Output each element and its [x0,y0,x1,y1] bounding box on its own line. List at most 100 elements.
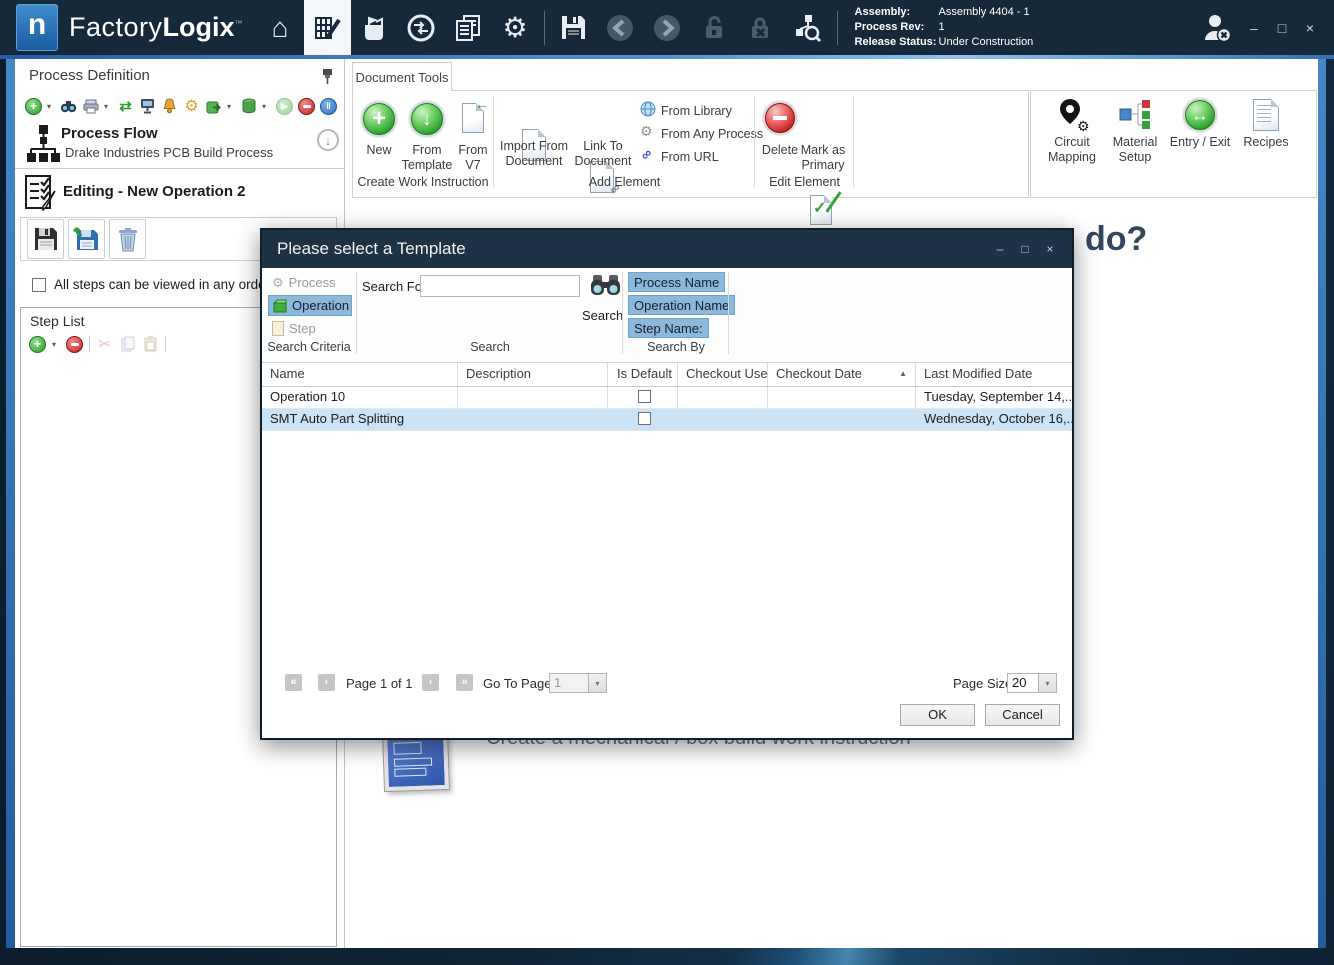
pin-icon[interactable] [321,68,334,90]
column-header-is-default[interactable]: Is Default [608,363,678,386]
from-library-button[interactable] [640,101,657,123]
last-page-button[interactable]: » [456,674,473,691]
copy-icon[interactable] [119,336,136,353]
minimize-button[interactable]: – [1240,20,1268,36]
user-logout-icon[interactable] [1193,0,1240,55]
criteria-step-option[interactable]: Step [268,318,352,339]
floppy-save-button[interactable] [27,219,64,259]
page-size-combo[interactable]: 20▾ [1007,673,1057,693]
is-default-checkbox[interactable] [638,390,651,403]
presentation-icon[interactable] [139,98,156,115]
new-label[interactable]: New [356,143,402,158]
close-button[interactable]: × [1296,20,1324,36]
search-by-operation-name[interactable]: Operation Name [628,295,735,315]
from-any-process-label[interactable]: From Any Process [661,127,763,142]
entry-exit-label[interactable]: Entry / Exit [1165,135,1235,150]
recipes-label[interactable]: Recipes [1237,135,1295,150]
from-url-icon[interactable]: ∞ [638,146,655,163]
table-row-selected[interactable]: SMT Auto Part Splitting Wednesday, Octob… [262,409,1072,431]
print-icon[interactable] [82,98,99,115]
pause-icon[interactable]: ‖ [320,98,337,115]
mark-as-primary-label[interactable]: Mark as Primary [793,143,853,173]
forward-icon[interactable] [644,0,691,55]
back-icon[interactable] [597,0,644,55]
from-template-button[interactable]: ↓ [409,101,445,137]
search-by-process-name[interactable]: Process Name [628,272,725,292]
column-header-checkout-date[interactable]: Checkout Date▲ [768,363,916,386]
column-header-name[interactable]: Name [262,363,458,386]
home-icon[interactable]: ⌂ [257,0,304,55]
column-header-description[interactable]: Description [458,363,608,386]
search-by-step-name[interactable]: Step Name: [628,318,709,338]
cancel-button[interactable]: Cancel [985,704,1060,726]
maximize-button[interactable]: □ [1268,20,1296,36]
first-page-button[interactable]: « [285,674,302,691]
import-from-document-label[interactable]: Import From Document [499,139,569,169]
is-default-checkbox[interactable] [638,412,651,425]
process-search-icon[interactable] [785,0,832,55]
print-dropdown-caret-icon[interactable]: ▾ [104,102,112,111]
search-for-input[interactable] [420,275,580,297]
circuit-mapping-label[interactable]: Circuit Mapping [1041,135,1103,165]
from-url-label[interactable]: From URL [661,150,719,165]
trash-button[interactable] [109,219,146,259]
new-instruction-button[interactable]: + [361,101,397,137]
export-icon[interactable] [205,98,222,115]
column-header-last-modified[interactable]: Last Modified Date [916,363,1072,386]
combo-arrow-icon[interactable]: ▾ [588,674,606,692]
from-v7-button[interactable]: ← [462,103,484,133]
unlock-icon[interactable] [691,0,738,55]
dialog-close-button[interactable]: × [1042,242,1058,256]
order-checkbox[interactable] [32,278,46,292]
next-page-button[interactable]: › [422,674,439,691]
remove-step-icon[interactable] [66,336,83,353]
go-to-page-combo[interactable]: 1▾ [549,673,607,693]
entry-exit-button[interactable]: ↔ [1183,98,1217,132]
add-icon[interactable]: + [25,98,42,115]
dialog-maximize-button[interactable]: □ [1017,242,1033,256]
stop-icon[interactable] [298,98,315,115]
alert-bell-icon[interactable] [161,98,178,115]
expand-down-icon[interactable]: ↓ [317,129,339,151]
gear-icon[interactable]: ⚙ [183,98,200,115]
add-step-caret-icon[interactable]: ▾ [52,340,60,349]
delete-element-button[interactable] [763,101,797,135]
dialog-header[interactable]: Please select a Template – □ × [262,230,1072,268]
from-v7-label[interactable]: From V7 [453,143,493,173]
sync-circle-icon[interactable] [398,0,445,55]
tab-document-tools[interactable]: Document Tools [352,62,452,91]
criteria-process-option[interactable]: ⚙ Process [268,272,352,293]
parts-bin-icon[interactable] [351,0,398,55]
search-button[interactable] [590,272,621,304]
reorder-icon[interactable]: ⇄ [117,98,134,115]
add-dropdown-caret-icon[interactable]: ▾ [47,102,55,111]
from-library-label[interactable]: From Library [661,104,732,119]
cut-icon[interactable]: ✂ [96,336,113,353]
table-row[interactable]: Operation 10 Tuesday, September 14,... [262,387,1072,409]
find-icon[interactable] [60,98,77,115]
from-template-label[interactable]: From Template [399,143,455,173]
ok-button[interactable]: OK [900,704,975,726]
documents-icon[interactable] [445,0,492,55]
dialog-minimize-button[interactable]: – [992,242,1008,256]
document-editor-icon[interactable] [304,0,351,55]
add-step-icon[interactable]: + [29,336,46,353]
column-header-checkout-user[interactable]: Checkout User [678,363,768,386]
database-icon[interactable] [240,98,257,115]
save-icon[interactable] [550,0,597,55]
criteria-operation-option[interactable]: Operation [268,295,352,316]
from-any-process-icon[interactable]: ⚙ [640,124,653,138]
mark-as-primary-button[interactable]: ✓ [810,195,832,225]
lock-denied-icon[interactable] [738,0,785,55]
floppy-import-button[interactable] [68,219,105,259]
paste-icon[interactable] [142,336,159,353]
material-setup-label[interactable]: Material Setup [1105,135,1165,165]
link-to-document-label[interactable]: Link To Document [572,139,634,169]
circuit-mapping-button[interactable]: ⚙ [1055,97,1091,140]
material-setup-button[interactable] [1119,99,1151,136]
search-button-label[interactable]: Search [582,308,623,323]
start-icon[interactable]: ▶ [276,98,293,115]
combo-arrow-icon[interactable]: ▾ [1038,674,1056,692]
recipes-button[interactable] [1253,99,1279,131]
prev-page-button[interactable]: ‹ [318,674,335,691]
